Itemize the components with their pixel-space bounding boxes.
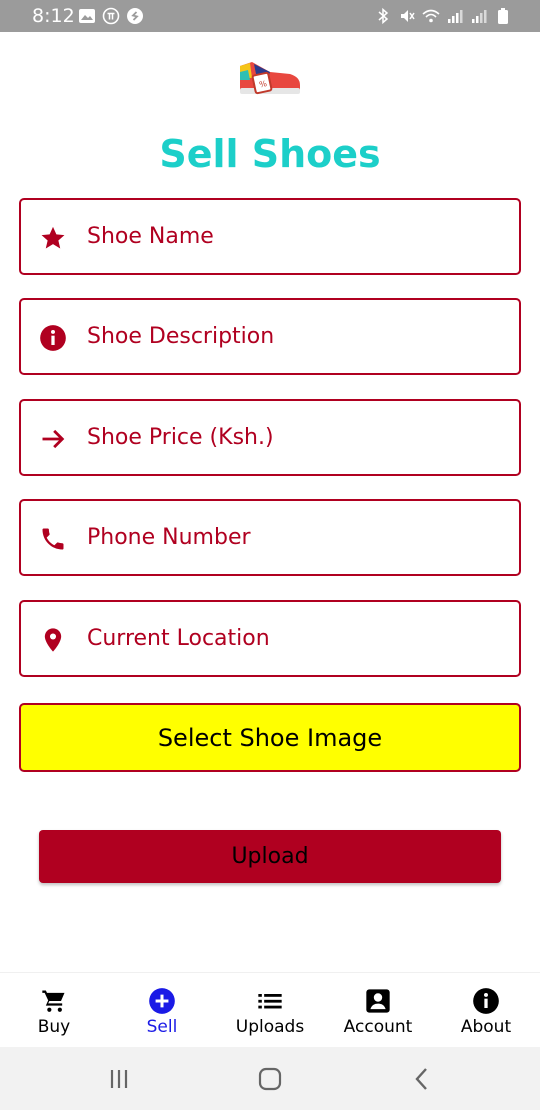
- info-icon: [40, 325, 66, 351]
- wifi-icon: [422, 9, 440, 23]
- location-pin-icon: [44, 628, 62, 652]
- system-nav-bar: [0, 1047, 540, 1110]
- shoe-description-field[interactable]: [19, 298, 521, 375]
- shoe-description-input[interactable]: [87, 300, 507, 373]
- nav-item-account[interactable]: Account: [324, 973, 432, 1048]
- mute-icon: [401, 10, 415, 22]
- shoe-name-input[interactable]: [87, 200, 507, 273]
- status-bar: 8:12: [0, 0, 540, 32]
- signal-icon: [472, 10, 487, 23]
- status-left-icons: [78, 7, 144, 25]
- list-icon: [258, 994, 282, 1009]
- nav-label-sell: Sell: [146, 1017, 178, 1037]
- pi-icon: [102, 7, 120, 25]
- nav-item-uploads[interactable]: Uploads: [216, 973, 324, 1048]
- back-icon[interactable]: [408, 1065, 436, 1093]
- phone-number-field[interactable]: [19, 499, 521, 576]
- shoe-sale-logo: %: [240, 62, 300, 95]
- add-circle-icon: [149, 988, 175, 1014]
- info-icon: [473, 988, 499, 1014]
- nav-item-buy[interactable]: Buy: [0, 973, 108, 1048]
- battery-icon: [498, 8, 508, 24]
- phone-number-input[interactable]: [87, 501, 507, 574]
- arrow-right-icon: [42, 429, 65, 449]
- account-box-icon: [366, 989, 390, 1013]
- status-right-icons: [374, 7, 512, 25]
- cart-icon: [42, 990, 65, 1012]
- bluetooth-icon: [378, 7, 389, 25]
- recents-icon[interactable]: [105, 1065, 133, 1093]
- current-location-field[interactable]: [19, 600, 521, 677]
- shoe-price-field[interactable]: [19, 399, 521, 476]
- select-shoe-image-button[interactable]: Select Shoe Image: [19, 703, 521, 772]
- phone-icon: [42, 528, 64, 550]
- nav-label-about: About: [460, 1017, 512, 1037]
- nav-item-sell[interactable]: Sell: [108, 973, 216, 1048]
- shazam-icon: [127, 8, 143, 24]
- shoe-name-field[interactable]: [19, 198, 521, 275]
- nav-label-buy: Buy: [37, 1017, 71, 1037]
- nav-item-about[interactable]: About: [432, 973, 540, 1048]
- current-location-input[interactable]: [87, 602, 507, 675]
- signal-icon: [448, 10, 463, 23]
- bottom-nav: Buy Sell Uploads Account About: [0, 972, 540, 1047]
- shoe-price-input[interactable]: [87, 401, 507, 474]
- star-icon: [41, 226, 65, 249]
- status-time: 8:12: [32, 5, 75, 27]
- nav-label-account: Account: [343, 1017, 413, 1037]
- nav-label-uploads: Uploads: [235, 1017, 305, 1037]
- page-title: Sell Shoes: [159, 132, 381, 176]
- home-icon[interactable]: [256, 1065, 284, 1093]
- upload-button[interactable]: Upload: [39, 830, 501, 883]
- image-icon: [79, 9, 95, 23]
